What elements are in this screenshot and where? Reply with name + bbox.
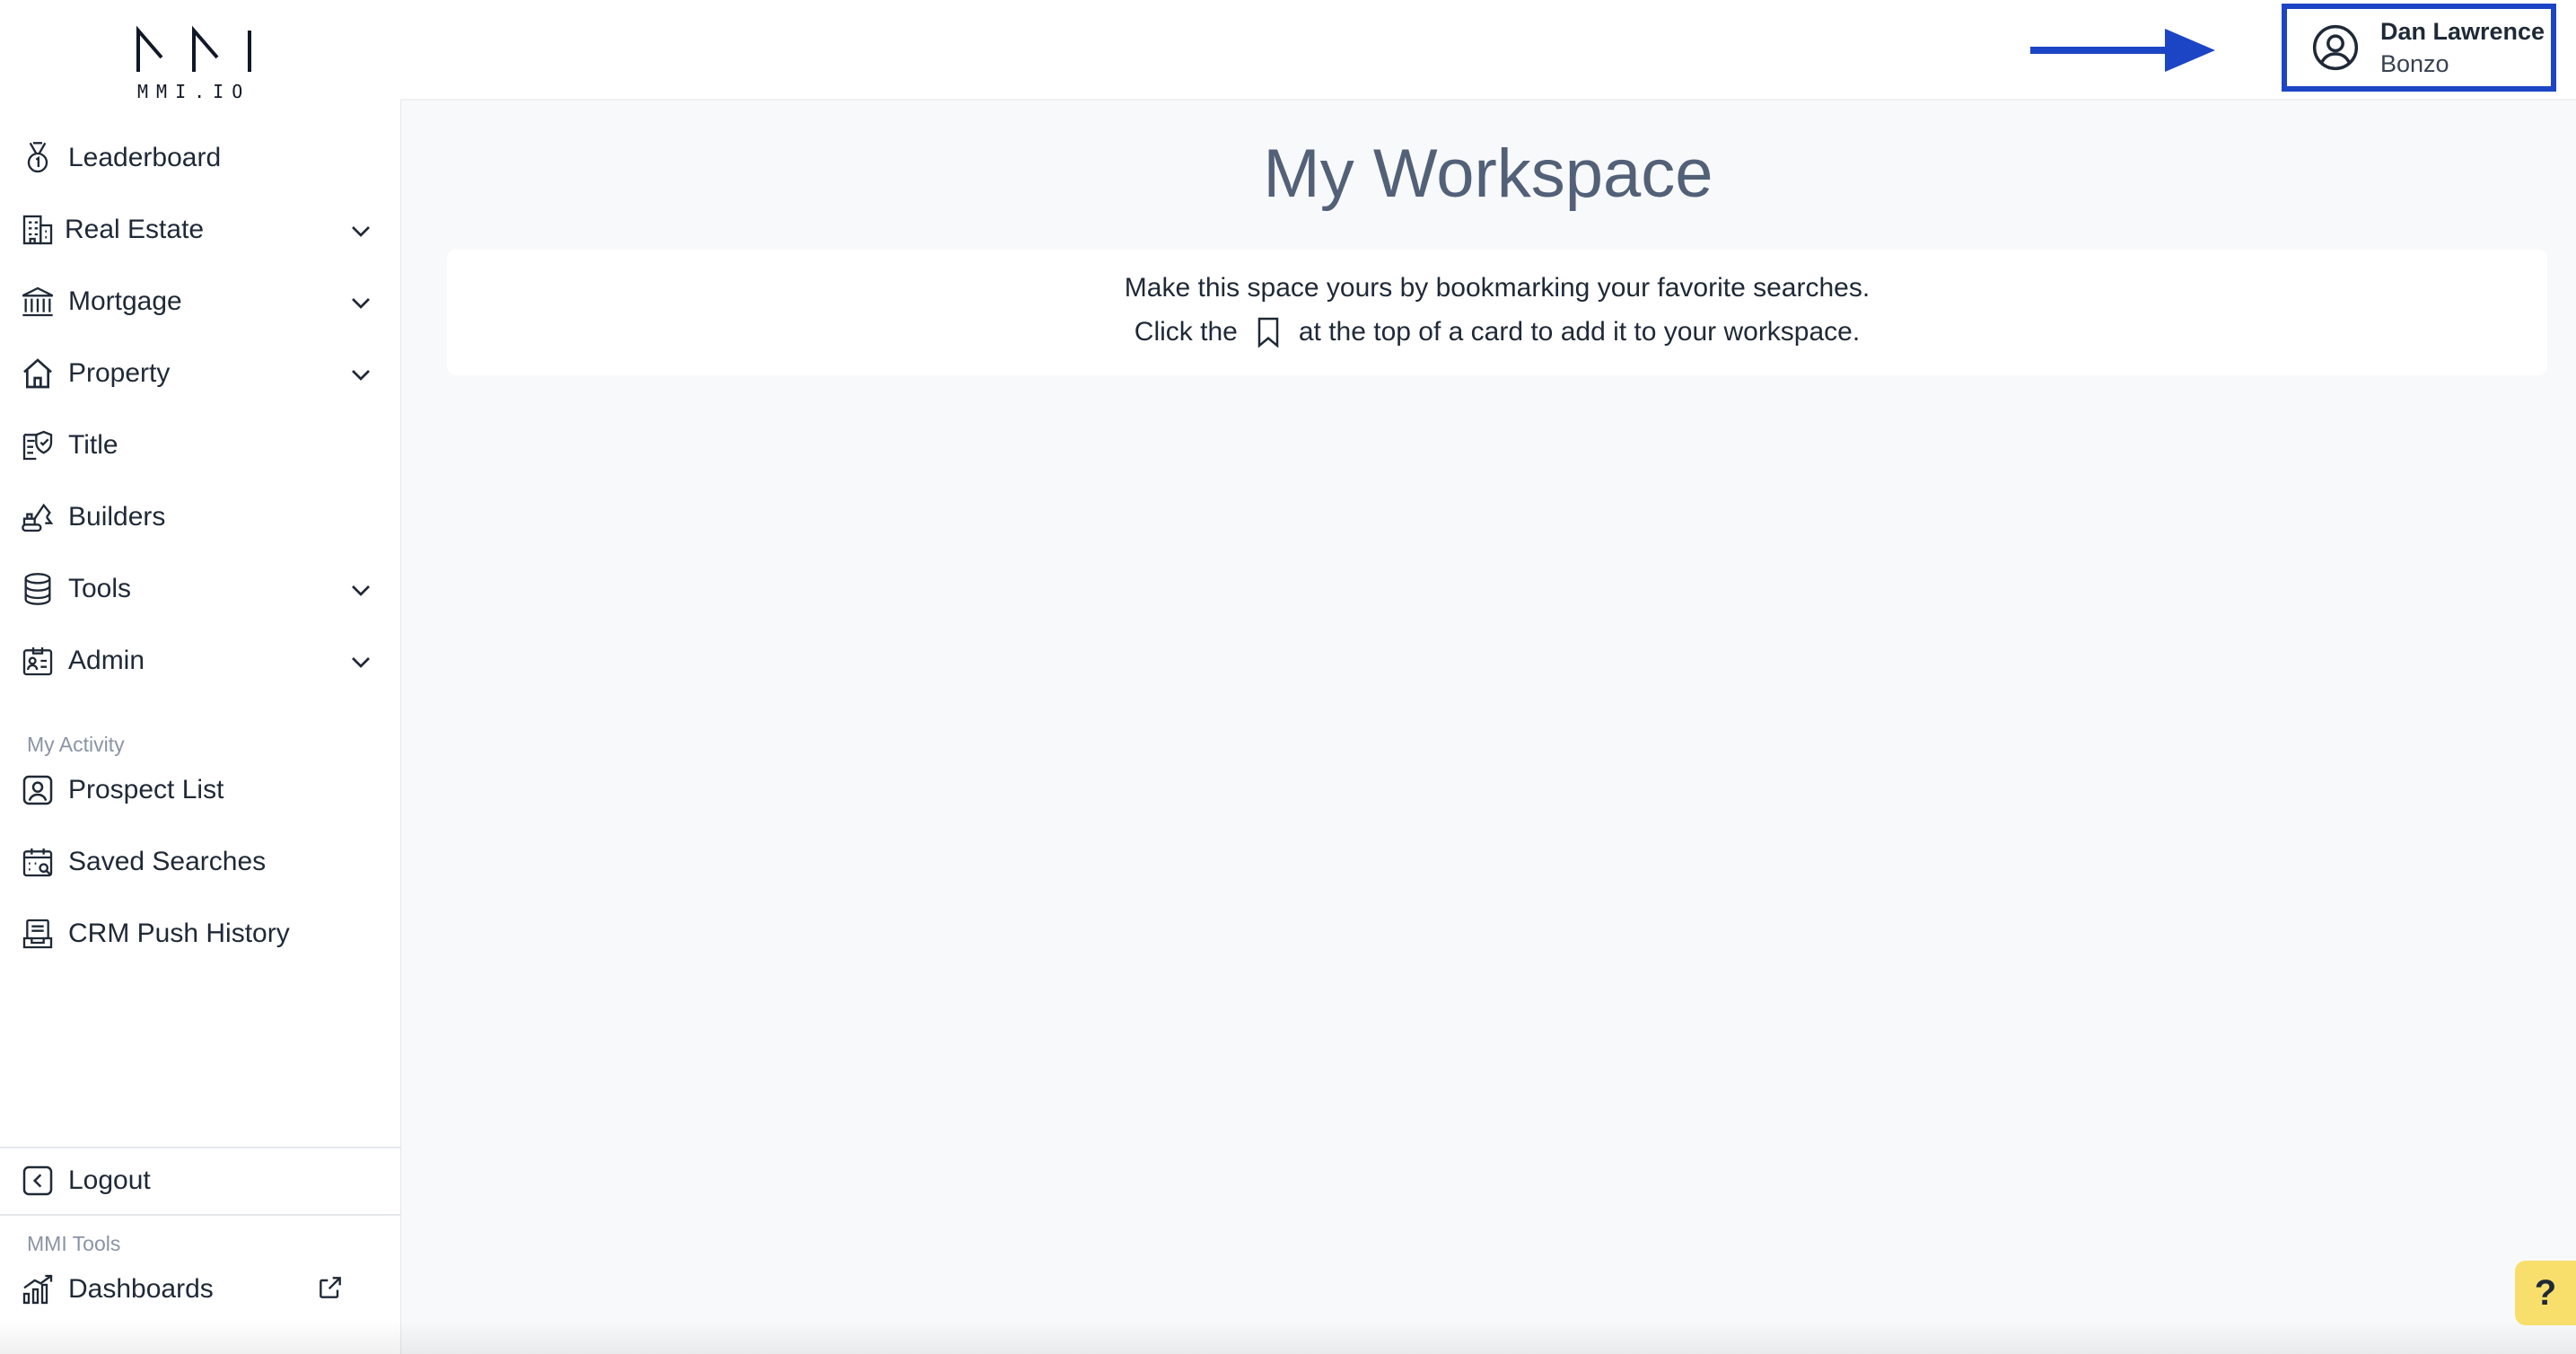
sidebar-item-label: Admin [68,646,145,675]
sidebar-item-admin[interactable]: Admin [18,636,377,686]
sidebar-item-saved-searches[interactable]: Saved Searches [18,837,377,887]
sidebar-item-label: CRM Push History [68,919,290,948]
user-organization: Bonzo [2380,50,2449,77]
medal-icon [18,138,57,178]
sidebar-divider [0,1214,400,1216]
sidebar-item-label: Title [68,430,118,460]
sidebar-item-crm-push-history[interactable]: CRM Push History [18,909,377,959]
chevron-down-icon[interactable] [345,573,377,605]
user-square-icon [18,770,57,810]
building-icon [18,210,57,250]
help-button[interactable]: ? [2515,1261,2576,1325]
info-text-line-1: Make this space yours by bookmarking you… [1124,273,1871,303]
arrow-annotation-icon [2030,29,2215,72]
sidebar-item-label: Builders [68,502,166,532]
sidebar-divider [0,1147,400,1148]
id-card-icon [18,641,57,681]
sidebar-item-leaderboard[interactable]: Leaderboard [18,133,377,183]
sidebar-item-builders[interactable]: Builders [18,492,377,542]
database-icon [18,569,57,609]
chevron-down-icon[interactable] [345,357,377,390]
external-link-icon[interactable] [316,1273,345,1302]
bookmark-icon [1257,317,1279,348]
sidebar-item-label: Prospect List [68,775,224,804]
info-text-before-icon: Click the [1134,317,1238,347]
sidebar-item-mortgage[interactable]: Mortgage [18,277,377,327]
sidebar-item-label: Tools [68,574,132,603]
chevron-down-icon[interactable] [345,214,377,246]
logout-label: Logout [68,1165,151,1195]
my-activity-heading: My Activity [27,733,125,756]
sidebar-item-real-estate[interactable]: Real Estate [18,205,377,255]
logout-icon [18,1161,57,1200]
chevron-down-icon[interactable] [345,286,377,318]
sidebar-item-label: Mortgage [68,286,182,316]
bottom-shadow [0,1320,2576,1354]
user-avatar-icon [2312,24,2359,71]
sidebar-item-label: Property [68,358,171,388]
sidebar-item-title[interactable]: Title [18,420,377,470]
bar-chart-icon [18,1270,57,1309]
calendar-search-icon [18,842,57,882]
title-shield-icon [18,426,57,465]
mmi-tools-heading: MMI Tools [27,1232,121,1255]
sidebar-item-property[interactable]: Property [18,348,377,399]
info-text-line-2: Click the at the top of a card to add it… [447,312,2547,352]
sidebar-item-label: Dashboards [68,1274,214,1304]
sidebar-item-prospect-list[interactable]: Prospect List [18,765,377,815]
logo-text: MMI.IO [137,81,251,102]
sidebar-item-label: Leaderboard [68,143,222,172]
chevron-down-icon[interactable] [345,645,377,677]
sidebar-item-label: Real Estate [65,215,205,244]
info-text-after-icon: at the top of a card to add it to your w… [1298,317,1861,347]
sidebar-item-tools[interactable]: Tools [18,564,377,614]
excavator-icon [18,497,57,537]
sidebar-item-dashboards[interactable]: Dashboards [18,1264,377,1314]
logo-mark-icon [136,25,251,72]
page-title: My Workspace [1263,136,1713,212]
inbox-upload-icon [18,914,57,954]
sidebar: MMI.IO Leaderboard Real Estate Mortgage … [0,0,401,1354]
top-header [400,0,2576,101]
sidebar-item-label: Saved Searches [68,847,267,876]
home-icon [18,354,57,393]
bank-icon [18,282,57,321]
user-name: Dan Lawrence [2380,18,2545,45]
logout-button[interactable]: Logout [18,1156,377,1206]
workspace-info-card: Make this space yours by bookmarking you… [447,250,2547,375]
user-profile-button[interactable]: Dan Lawrence Bonzo [2282,4,2556,92]
